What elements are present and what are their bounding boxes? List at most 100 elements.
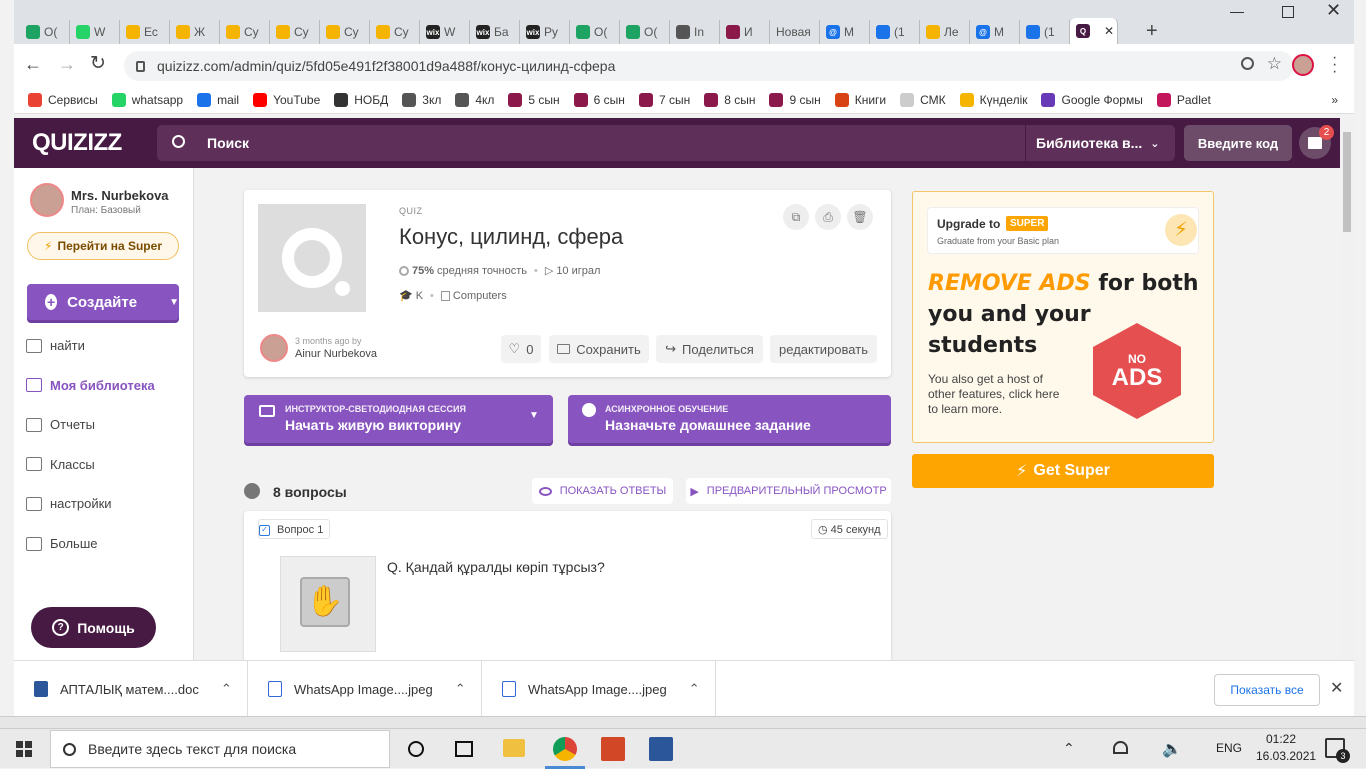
sidebar-item[interactable]: настройки <box>26 496 112 511</box>
go-super-button[interactable]: ⚡ Перейти на Super <box>27 232 179 260</box>
windows-start-icon[interactable] <box>16 741 32 757</box>
star-icon[interactable]: ☆ <box>1267 54 1282 74</box>
quizizz-logo[interactable]: QUIZIZZ <box>32 129 122 157</box>
browser-tab[interactable]: @ М <box>970 20 1020 44</box>
browser-tab[interactable]: О( <box>620 20 670 44</box>
show-answers-button[interactable]: ПОКАЗАТЬ ОТВЕТЫ <box>532 478 673 504</box>
minimize-button[interactable] <box>1230 12 1244 13</box>
file-explorer-icon[interactable] <box>503 739 525 757</box>
bookmark-item[interactable]: mail <box>197 92 239 107</box>
bookmark-item[interactable]: Күнделік <box>959 92 1027 107</box>
browser-tab[interactable]: wix Ба <box>470 20 520 44</box>
clock-date[interactable]: 16.03.2021 <box>1256 749 1316 763</box>
bookmark-item[interactable]: Книги <box>834 92 886 107</box>
word-icon[interactable] <box>649 737 673 761</box>
maximize-button[interactable] <box>1282 6 1294 18</box>
bookmark-item[interactable]: НОБД <box>334 92 388 107</box>
download-item[interactable]: WhatsApp Image....jpeg ⌃ <box>482 661 716 717</box>
volume-icon[interactable]: 🔈 <box>1162 739 1182 759</box>
browser-tab[interactable]: In <box>670 20 720 44</box>
enter-code-button[interactable]: Введите код <box>1184 125 1292 161</box>
task-view-icon[interactable] <box>455 741 473 757</box>
browser-tab[interactable]: И <box>720 20 770 44</box>
sidebar-item[interactable]: Классы <box>26 457 95 472</box>
preview-button[interactable]: ▶ ПРЕДВАРИТЕЛЬНЫЙ ПРОСМОТР <box>686 478 891 504</box>
network-icon[interactable] <box>1113 741 1128 754</box>
show-all-button[interactable]: Показать все <box>1214 674 1320 706</box>
new-tab-button[interactable]: + <box>1146 20 1158 43</box>
edit-button[interactable]: редактировать <box>770 335 877 363</box>
notifications-button[interactable]: 3 <box>1325 738 1350 763</box>
language-indicator[interactable]: ENG <box>1216 741 1242 755</box>
tab-close-icon[interactable]: ✕ <box>1104 24 1114 38</box>
browser-tab[interactable]: Ес <box>120 20 170 44</box>
share-button[interactable]: ↪ Поделиться <box>656 335 763 363</box>
browser-tab[interactable]: Су <box>220 20 270 44</box>
browser-tab[interactable]: О( <box>570 20 620 44</box>
profile-avatar[interactable] <box>1292 54 1314 76</box>
scrollbar-thumb[interactable] <box>1343 132 1351 232</box>
taskbar-search[interactable]: Введите здесь текст для поиска <box>50 730 390 768</box>
upgrade-promo[interactable]: Upgrade to SUPER Graduate from your Basi… <box>912 191 1214 443</box>
cortana-icon[interactable] <box>408 741 424 757</box>
bookmark-item[interactable]: 7 сын <box>638 92 690 107</box>
chrome-icon[interactable] <box>553 737 577 761</box>
bookmark-item[interactable]: Сервисы <box>28 92 98 107</box>
clock-time[interactable]: 01:22 <box>1266 732 1296 746</box>
browser-tab[interactable]: wix W <box>420 20 470 44</box>
browser-tab[interactable]: О( <box>20 20 70 44</box>
browser-tab[interactable]: Ле <box>920 20 970 44</box>
browser-tab[interactable]: @ М <box>820 20 870 44</box>
sidebar-item[interactable]: Отчеты <box>26 417 95 432</box>
download-item[interactable]: WhatsApp Image....jpeg ⌃ <box>248 661 482 717</box>
browser-tab[interactable]: W <box>70 20 120 44</box>
bookmark-item[interactable]: 4кл <box>455 92 494 107</box>
bookmark-item[interactable]: 5 сын <box>508 92 560 107</box>
like-button[interactable]: ♡ 0 <box>501 335 541 363</box>
user-avatar[interactable] <box>30 183 64 217</box>
start-live-quiz-button[interactable]: ИНСТРУКТОР-СВЕТОДИОДНАЯ СЕССИЯ Начать жи… <box>244 395 553 443</box>
bookmark-item[interactable]: whatsapp <box>111 92 183 107</box>
sidebar-item[interactable]: Моя библиотека <box>26 378 155 393</box>
browser-tab[interactable]: Су <box>270 20 320 44</box>
gift-button[interactable]: 2 <box>1299 125 1334 159</box>
powerpoint-icon[interactable] <box>601 737 625 761</box>
menu-icon[interactable]: · · · <box>1332 50 1337 80</box>
chevron-up-icon[interactable]: ⌃ <box>455 681 466 697</box>
browser-tab[interactable]: (1 <box>870 20 920 44</box>
back-icon[interactable]: ← <box>24 54 42 75</box>
browser-tab[interactable]: Су <box>370 20 420 44</box>
print-icon[interactable]: ⎙ <box>815 204 841 230</box>
help-button[interactable]: ? Помощь <box>31 607 156 648</box>
caret-down-icon[interactable]: ▼ <box>529 410 539 421</box>
tray-chevron-icon[interactable]: ⌃ <box>1063 740 1075 757</box>
browser-tab[interactable]: (1 <box>1020 20 1070 44</box>
bookmark-item[interactable]: YouTube <box>253 92 320 107</box>
browser-tab[interactable]: Q ✕ <box>1070 18 1118 44</box>
bookmark-item[interactable]: 9 сын <box>769 92 821 107</box>
get-super-button[interactable]: ⚡ Get Super <box>912 454 1214 488</box>
question-image[interactable]: ✋ <box>280 556 376 652</box>
download-item[interactable]: АПТАЛЫҚ матем....doc ⌃ <box>14 661 248 717</box>
bookmark-item[interactable]: Google Формы <box>1041 92 1143 107</box>
close-downloads-icon[interactable]: ✕ <box>1330 678 1343 698</box>
bookmarks-overflow-button[interactable]: » <box>1331 93 1338 107</box>
browser-tab[interactable]: wix Ру <box>520 20 570 44</box>
library-dropdown[interactable]: Библиотека в... ⌄ <box>1025 125 1175 161</box>
save-button[interactable]: Сохранить <box>549 335 649 363</box>
reload-icon[interactable]: ↻ <box>90 52 106 75</box>
bookmark-item[interactable]: 8 сын <box>704 92 755 107</box>
assign-homework-button[interactable]: АСИНХРОННОЕ ОБУЧЕНИЕ Назначьте домашнее … <box>568 395 891 443</box>
browser-tab[interactable]: Ж <box>170 20 220 44</box>
chevron-up-icon[interactable]: ⌃ <box>689 681 700 697</box>
close-window-button[interactable]: ✕ <box>1326 0 1341 21</box>
browser-tab[interactable]: Новая <box>770 20 820 44</box>
zoom-icon[interactable] <box>1241 57 1254 70</box>
copy-icon[interactable]: ⧉ <box>783 204 809 230</box>
bookmark-item[interactable]: 3кл <box>402 92 441 107</box>
browser-tab[interactable]: Су <box>320 20 370 44</box>
chevron-up-icon[interactable]: ⌃ <box>221 681 232 697</box>
forward-icon[interactable]: → <box>58 54 76 75</box>
search-input[interactable]: Поиск <box>207 135 249 151</box>
create-button[interactable]: + Создайте ▼ <box>27 284 179 320</box>
